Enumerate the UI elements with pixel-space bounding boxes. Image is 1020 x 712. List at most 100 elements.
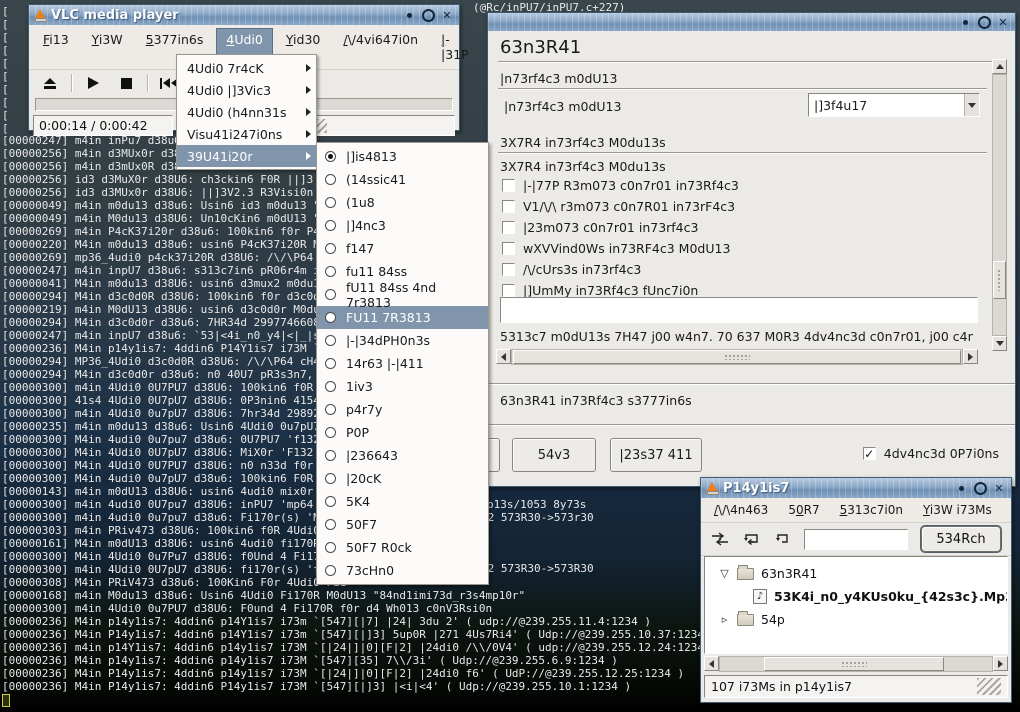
resize-grip[interactable] bbox=[977, 678, 1001, 695]
menubar-item[interactable]: 5313c7i0n bbox=[833, 500, 910, 521]
interface-checkbox-row[interactable]: V1/\/\ r3m073 c0n7R01 in73rF4c3 bbox=[502, 198, 735, 215]
vertical-scrollbar[interactable] bbox=[992, 59, 1007, 351]
terminal-log-line: [ bbox=[2, 83, 9, 96]
tree-track-label: 53K4i_n0_y4KUs0ku_{42s3c}.Mp3 bbox=[774, 589, 1008, 604]
audio-menu-item[interactable]: 4Udi0 |]3Vic3 bbox=[177, 79, 316, 101]
menubar-item-label: Yi3W i73Ms bbox=[923, 503, 992, 517]
equalizer-preset-item[interactable]: |]4nc3 bbox=[317, 214, 488, 237]
equalizer-preset-item[interactable]: 5K4 bbox=[317, 490, 488, 513]
equalizer-preset-item[interactable]: fU11 84ss 4nd 7r3813 bbox=[317, 283, 488, 306]
scroll-up-button[interactable] bbox=[992, 59, 1007, 74]
shade-button[interactable] bbox=[958, 15, 972, 29]
vlc-titlebar[interactable]: VLC media player bbox=[29, 5, 459, 25]
menubar-item[interactable]: Fi13 bbox=[33, 28, 79, 67]
equalizer-preset-label: f147 bbox=[346, 241, 374, 256]
maximize-button[interactable] bbox=[973, 481, 987, 495]
tree-group-general[interactable]: ▽ 63n3R41 bbox=[707, 562, 1005, 585]
equalizer-preset-item[interactable]: 50F7 bbox=[317, 513, 488, 536]
equalizer-preset-item[interactable]: 1iv3 bbox=[317, 375, 488, 398]
clipped-button[interactable] bbox=[488, 438, 500, 472]
tree-group-sap[interactable]: ▹ 54p bbox=[707, 608, 1005, 631]
toolbar-separator bbox=[147, 74, 148, 92]
equalizer-preset-label: (14ssic41 bbox=[346, 172, 406, 187]
playlist-titlebar[interactable]: P14y1is7 bbox=[701, 478, 1011, 498]
page-title: 63n3R41 bbox=[500, 37, 581, 58]
equalizer-preset-item[interactable]: |236643 bbox=[317, 444, 488, 467]
equalizer-preset-item[interactable]: (1u8 bbox=[317, 191, 488, 214]
advanced-options-checkbox[interactable]: 4dv4nc3d 0P7i0ns bbox=[863, 446, 999, 461]
equalizer-preset-label: |]4nc3 bbox=[346, 218, 386, 233]
search-button[interactable]: 534Rch bbox=[921, 526, 1001, 552]
terminal-log-line: [00000236] m4in p14Y1is7: 4ddin6 p14y1is… bbox=[2, 641, 717, 654]
interface-checkbox-row[interactable]: |-|77P R3m073 c0n7r01 in73Rf4c3 bbox=[502, 177, 739, 194]
audio-menu-item[interactable]: 4Udi0 (h4nn31s bbox=[177, 101, 316, 123]
tree-track-item[interactable]: 53K4i_n0_y4KUs0ku_{42s3c}.Mp3 bbox=[707, 585, 1005, 608]
equalizer-preset-item[interactable]: f147 bbox=[317, 237, 488, 260]
equalizer-preset-item[interactable]: |20cK bbox=[317, 467, 488, 490]
scrollbar-thumb[interactable] bbox=[764, 657, 944, 671]
scroll-right-button[interactable] bbox=[993, 656, 1008, 671]
menubar-item[interactable]: /\/4vi647i0n bbox=[333, 28, 428, 67]
equalizer-preset-item[interactable]: (14ssic41 bbox=[317, 168, 488, 191]
menubar-item[interactable]: Yi3W bbox=[82, 28, 133, 67]
repeat-button[interactable] bbox=[769, 528, 795, 550]
radio-icon bbox=[325, 266, 336, 277]
scrollbar-track[interactable] bbox=[511, 349, 963, 365]
menubar-item[interactable]: Yi3W i73Ms bbox=[916, 500, 999, 521]
save-button[interactable]: 54v3 bbox=[512, 438, 596, 472]
audio-menu-item[interactable]: 39U41i20r bbox=[177, 145, 316, 167]
close-button[interactable] bbox=[996, 15, 1010, 29]
terminal-cursor bbox=[2, 694, 10, 707]
scrollbar-track[interactable] bbox=[992, 74, 1007, 336]
interface-module-select[interactable]: |]3f4u17 bbox=[808, 93, 980, 117]
play-button[interactable] bbox=[78, 73, 108, 93]
audio-menu-item[interactable]: 4Udi0 7r4cK bbox=[177, 57, 316, 79]
equalizer-preset-item[interactable]: P0P bbox=[317, 421, 488, 444]
menubar-item[interactable]: |-|31P bbox=[431, 28, 479, 67]
scrollbar-thumb[interactable] bbox=[993, 261, 1006, 299]
equalizer-preset-item[interactable]: 14r63 |-|411 bbox=[317, 352, 488, 375]
equalizer-preset-item[interactable]: p4r7y bbox=[317, 398, 488, 421]
menubar-item[interactable]: /\/\4n463 bbox=[707, 500, 775, 521]
random-order-button[interactable] bbox=[707, 528, 733, 550]
terminal-log-line: [ bbox=[2, 109, 9, 122]
shade-button[interactable] bbox=[954, 481, 968, 495]
horizontal-scrollbar[interactable] bbox=[704, 656, 1008, 672]
menubar-item-label: 50R7 bbox=[788, 503, 819, 517]
preferences-titlebar[interactable] bbox=[488, 13, 1015, 31]
scrollbar-thumb[interactable] bbox=[513, 350, 961, 364]
scroll-left-button[interactable] bbox=[704, 656, 719, 671]
expander-open-icon[interactable]: ▽ bbox=[719, 567, 730, 580]
scroll-right-button[interactable] bbox=[963, 349, 978, 364]
close-button[interactable] bbox=[992, 481, 1006, 495]
audio-menu-item[interactable]: Visu41i247i0ns bbox=[177, 123, 316, 145]
equalizer-preset-item[interactable]: |-|34dPH0n3s bbox=[317, 329, 488, 352]
maximize-button[interactable] bbox=[977, 15, 991, 29]
menubar-item[interactable]: 50R7 bbox=[781, 500, 826, 521]
scrollbar-track[interactable] bbox=[719, 656, 993, 672]
close-button[interactable] bbox=[440, 8, 454, 22]
equalizer-preset-item[interactable]: 73cHn0 bbox=[317, 559, 488, 582]
search-input[interactable] bbox=[804, 529, 908, 550]
radio-icon bbox=[325, 404, 336, 415]
scroll-left-button[interactable] bbox=[496, 349, 511, 364]
stop-button[interactable] bbox=[111, 73, 141, 93]
reset-all-button[interactable]: |23s37 411 bbox=[610, 438, 702, 472]
chevron-down-icon[interactable] bbox=[964, 94, 979, 116]
terminal-log-fragment: |2 573R30->573r30 bbox=[481, 511, 594, 524]
interface-checkbox-row[interactable]: |23m073 c0n7r01 in73rf4c3 bbox=[502, 219, 698, 236]
terminal-left-margin: [[[[[[[[[[ bbox=[2, 5, 9, 135]
modules-field[interactable] bbox=[500, 297, 978, 323]
maximize-button[interactable] bbox=[421, 8, 435, 22]
interface-checkbox-row[interactable]: wXVVind0Ws in73RF4c3 M0dU13 bbox=[502, 240, 730, 257]
loop-button[interactable] bbox=[738, 528, 764, 550]
eject-button[interactable] bbox=[35, 73, 65, 93]
scroll-down-button[interactable] bbox=[992, 336, 1007, 351]
equalizer-preset-item[interactable]: |]is4813 bbox=[317, 145, 488, 168]
equalizer-preset-item[interactable]: 50F7 R0ck bbox=[317, 536, 488, 559]
menubar-item-label: 5313c7i0n bbox=[840, 503, 903, 517]
expander-closed-icon[interactable]: ▹ bbox=[719, 613, 730, 626]
shade-button[interactable] bbox=[402, 8, 416, 22]
horizontal-scrollbar[interactable] bbox=[496, 349, 978, 365]
interface-checkbox-row[interactable]: /\/cUrs3s in73rf4c3 bbox=[502, 261, 641, 278]
